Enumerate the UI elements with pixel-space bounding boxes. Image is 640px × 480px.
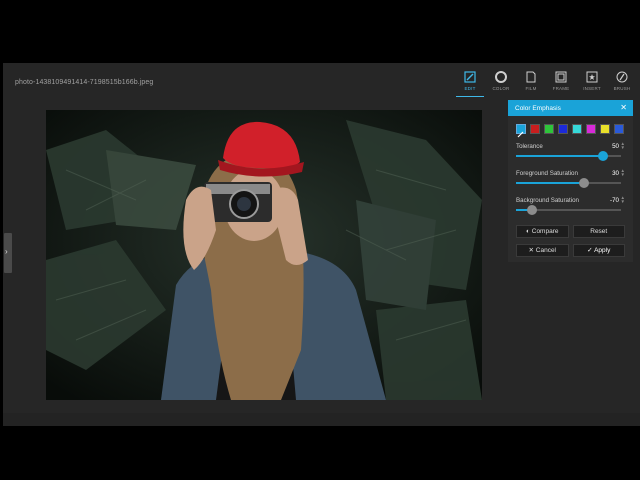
brush-icon xyxy=(616,71,628,83)
chevron-right-icon: › xyxy=(5,247,8,256)
insert-icon xyxy=(586,71,598,83)
expand-sidebar-button[interactable]: › xyxy=(4,233,12,273)
background-saturation-value[interactable]: -70 xyxy=(610,197,619,204)
background-saturation-slider[interactable] xyxy=(516,205,621,215)
film-icon xyxy=(526,71,536,83)
tolerance-slider-handle[interactable] xyxy=(598,151,609,161)
foreground-saturation-stepper[interactable]: ▲ ▼ xyxy=(621,168,625,177)
cancel-apply-row: ✕ Cancel ✓ Apply xyxy=(508,244,633,257)
panel-title: Color Emphasis xyxy=(515,105,561,112)
tool-film[interactable]: FILM xyxy=(517,71,545,97)
cancel-button[interactable]: ✕ Cancel xyxy=(516,244,569,257)
background-saturation-label: Background Saturation xyxy=(516,197,579,204)
eyedropper-icon xyxy=(517,131,524,138)
background-saturation-slider-handle[interactable] xyxy=(526,205,537,215)
tolerance-control: Tolerance 50 ▲ ▼ xyxy=(508,138,633,165)
cancel-label: Cancel xyxy=(535,247,556,254)
bottom-bar xyxy=(3,413,640,426)
tool-color-label: COLOR xyxy=(492,86,510,91)
swatch-blue[interactable] xyxy=(558,124,568,134)
frame-icon xyxy=(555,71,567,83)
edit-icon xyxy=(464,71,476,83)
tool-insert-label: INSERT xyxy=(583,86,601,91)
tolerance-value[interactable]: 50 xyxy=(612,143,619,150)
swatch-cyan[interactable] xyxy=(572,124,582,134)
tool-edit[interactable]: EDIT xyxy=(456,71,484,97)
swatch-magenta[interactable] xyxy=(586,124,596,134)
photo-editor-window: photo-1438109491414-7198515b166b.jpeg ED… xyxy=(3,63,640,426)
photo-canvas[interactable] xyxy=(46,110,482,400)
swatch-yellow[interactable] xyxy=(600,124,610,134)
background-saturation-stepper[interactable]: ▲ ▼ xyxy=(621,195,625,204)
tool-insert[interactable]: INSERT xyxy=(578,71,606,97)
tool-frame[interactable]: FRAME xyxy=(547,71,575,97)
close-icon[interactable]: ✕ xyxy=(620,103,627,112)
tool-frame-label: FRAME xyxy=(552,86,570,91)
tool-edit-label: EDIT xyxy=(464,86,476,91)
foreground-saturation-label: Foreground Saturation xyxy=(516,170,578,177)
swatch-green[interactable] xyxy=(544,124,554,134)
compare-label: Compare xyxy=(531,228,559,235)
color-swatches xyxy=(508,116,633,138)
tool-color[interactable]: COLOR xyxy=(487,71,515,97)
screen: photo-1438109491414-7198515b166b.jpeg ED… xyxy=(0,0,640,480)
foreground-saturation-slider[interactable] xyxy=(516,178,621,188)
tool-film-label: FILM xyxy=(525,86,537,91)
panel-background-ghost xyxy=(508,323,633,423)
tolerance-label: Tolerance xyxy=(516,143,543,150)
compare-reset-row: ◐ Compare Reset xyxy=(508,225,633,238)
foreground-saturation-value[interactable]: 30 xyxy=(612,170,619,177)
color-emphasis-panel: Color Emphasis ✕ Tolerance 50 ▲ ▼ Foregr… xyxy=(508,100,633,262)
foreground-saturation-slider-fill xyxy=(516,182,585,184)
reset-button[interactable]: Reset xyxy=(572,225,625,238)
tool-brush[interactable]: BRUSH xyxy=(608,71,636,97)
foreground-saturation-control: Foreground Saturation 30 ▲ ▼ xyxy=(508,165,633,192)
tool-brush-label: BRUSH xyxy=(613,86,631,91)
foreground-saturation-slider-handle[interactable] xyxy=(579,178,590,188)
photo-image xyxy=(46,110,482,400)
tolerance-slider-fill xyxy=(516,155,604,157)
swatch-red[interactable] xyxy=(530,124,540,134)
top-toolbar: photo-1438109491414-7198515b166b.jpeg ED… xyxy=(3,63,640,97)
reset-label: Reset xyxy=(590,228,608,235)
tolerance-stepper[interactable]: ▲ ▼ xyxy=(621,141,625,150)
swatch-multi[interactable] xyxy=(614,124,624,134)
apply-label: Apply xyxy=(594,247,611,254)
cancel-icon: ✕ xyxy=(528,247,536,254)
tolerance-slider[interactable] xyxy=(516,151,621,161)
eyedropper-swatch[interactable] xyxy=(516,124,526,138)
compare-button[interactable]: ◐ Compare xyxy=(516,225,569,238)
background-saturation-control: Background Saturation -70 ▲ ▼ xyxy=(508,192,633,219)
apply-button[interactable]: ✓ Apply xyxy=(572,244,625,257)
color-icon xyxy=(495,71,507,83)
file-name: photo-1438109491414-7198515b166b.jpeg xyxy=(15,79,154,86)
panel-header: Color Emphasis ✕ xyxy=(508,100,633,116)
